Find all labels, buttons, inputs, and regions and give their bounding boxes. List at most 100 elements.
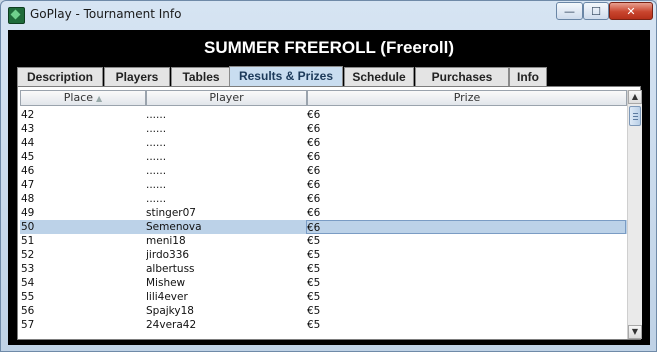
results-table-panel: Place ▲ Player Prize 42...... €6 43...... €6… [17,86,642,340]
prize-cell: €6 [307,109,321,121]
place-cell: 48 [21,193,35,205]
place-cell: 47 [21,179,35,191]
tab-results-prizes[interactable]: Results & Prizes [229,66,343,87]
table-row[interactable]: 51 meni18 €5 [20,234,627,248]
prize-cell: €5 [307,249,321,261]
table-row[interactable]: 53 albertuss €5 [20,262,627,276]
place-cell: 54 [21,277,35,289]
place-cell: 46 [21,165,35,177]
table-row[interactable]: 50 Semenova €6 [20,220,627,234]
tab-purchases[interactable]: Purchases [415,67,509,86]
table-row[interactable]: 42...... €6 [20,108,627,122]
scroll-down-button[interactable]: ▼ [628,325,642,339]
tab-tables[interactable]: Tables [171,67,231,86]
place-cell: 57 [21,319,35,331]
player-cell: ...... [146,123,167,135]
player-cell: ...... [146,137,167,149]
prize-cell: €6 [307,151,321,163]
place-cell: 53 [21,263,35,275]
scrollbar-thumb[interactable] [629,106,641,126]
table-row[interactable]: 55 lili4ever €5 [20,290,627,304]
place-cell: 44 [21,137,35,149]
player-cell: ...... [146,151,167,163]
prize-cell: €5 [307,291,321,303]
tab-description[interactable]: Description [17,67,103,86]
prize-cell: €6 [307,165,321,177]
content-area: SUMMER FREEROLL (Freeroll) Description P… [8,30,650,345]
table-row[interactable]: 46...... €6 [20,164,627,178]
table-row[interactable]: 44...... €6 [20,136,627,150]
maximize-icon: ☐ [591,4,601,18]
table-header: Place ▲ Player Prize [20,90,627,106]
grip-line [633,113,638,114]
prize-cell: €5 [307,277,321,289]
player-cell: stinger07 [146,207,196,219]
prize-cell: €6 [306,220,626,234]
tab-players[interactable]: Players [104,67,170,86]
player-cell: Semenova [146,221,202,233]
grip-line [633,116,638,117]
player-cell: Spajky18 [146,305,194,317]
prize-cell: €6 [307,207,321,219]
player-cell: albertuss [146,263,195,275]
close-icon: ✕ [626,4,636,18]
tab-schedule[interactable]: Schedule [344,67,414,86]
title-bar[interactable]: GoPlay - Tournament Info — ☐ ✕ [1,1,656,29]
prize-cell: €6 [307,123,321,135]
maximize-button[interactable]: ☐ [583,2,609,20]
place-cell: 55 [21,291,35,303]
prize-cell: €6 [307,137,321,149]
table-row[interactable]: 54 Mishew €5 [20,276,627,290]
prize-cell: €5 [307,305,321,317]
column-label-place: Place [63,91,94,104]
table-row[interactable]: 45...... €6 [20,150,627,164]
place-cell: 52 [21,249,35,261]
place-cell: 50 [21,221,35,233]
prize-cell: €5 [307,319,321,331]
place-cell: 56 [21,305,35,317]
place-cell: 49 [21,207,35,219]
grip-line [633,119,638,120]
player-cell: jirdo336 [146,249,190,261]
goplay-app-icon [8,7,25,24]
player-cell: lili4ever [146,291,188,303]
arrow-down-icon: ▼ [631,327,639,336]
arrow-up-icon: ▲ [631,92,639,101]
player-cell: Mishew [146,277,186,289]
results-rows: 42...... €6 43...... €6 44...... €6 45...... €6… [20,108,627,338]
minimize-icon: — [564,4,575,18]
place-cell: 51 [21,235,35,247]
tournament-title: SUMMER FREEROLL (Freeroll) [204,38,454,57]
place-cell: 43 [21,123,35,135]
column-header-player[interactable]: Player [146,90,307,106]
tab-info[interactable]: Info [509,67,547,86]
table-row[interactable]: 47...... €6 [20,178,627,192]
player-cell: ...... [146,179,167,191]
column-header-place[interactable]: Place ▲ [20,90,146,106]
scroll-up-button[interactable]: ▲ [628,90,642,104]
player-cell: ...... [146,165,167,177]
prize-cell: €6 [307,193,321,205]
player-cell: ...... [146,109,167,121]
table-row[interactable]: 57 24vera42 €5 [20,318,627,332]
table-row[interactable]: 49 stinger07 €6 [20,206,627,220]
prize-cell: €5 [307,235,321,247]
table-row[interactable]: 56 Spajky18 €5 [20,304,627,318]
column-header-prize[interactable]: Prize [307,90,627,106]
place-cell: 45 [21,151,35,163]
prize-cell: €6 [307,179,321,191]
table-row[interactable]: 48...... €6 [20,192,627,206]
sort-ascending-icon: ▲ [96,94,103,103]
table-row[interactable]: 52 jirdo336 €5 [20,248,627,262]
tournament-info-window: GoPlay - Tournament Info — ☐ ✕ SUMMER FR… [0,0,657,352]
close-button[interactable]: ✕ [609,2,653,20]
player-cell: meni18 [146,235,186,247]
place-cell: 42 [21,109,35,121]
table-row[interactable]: 43...... €6 [20,122,627,136]
minimize-button[interactable]: — [556,2,583,20]
vertical-scrollbar[interactable]: ▲ ▼ [627,90,642,339]
player-cell: 24vera42 [146,319,197,331]
window-title: GoPlay - Tournament Info [30,7,182,21]
prize-cell: €5 [307,263,321,275]
player-cell: ...... [146,193,167,205]
